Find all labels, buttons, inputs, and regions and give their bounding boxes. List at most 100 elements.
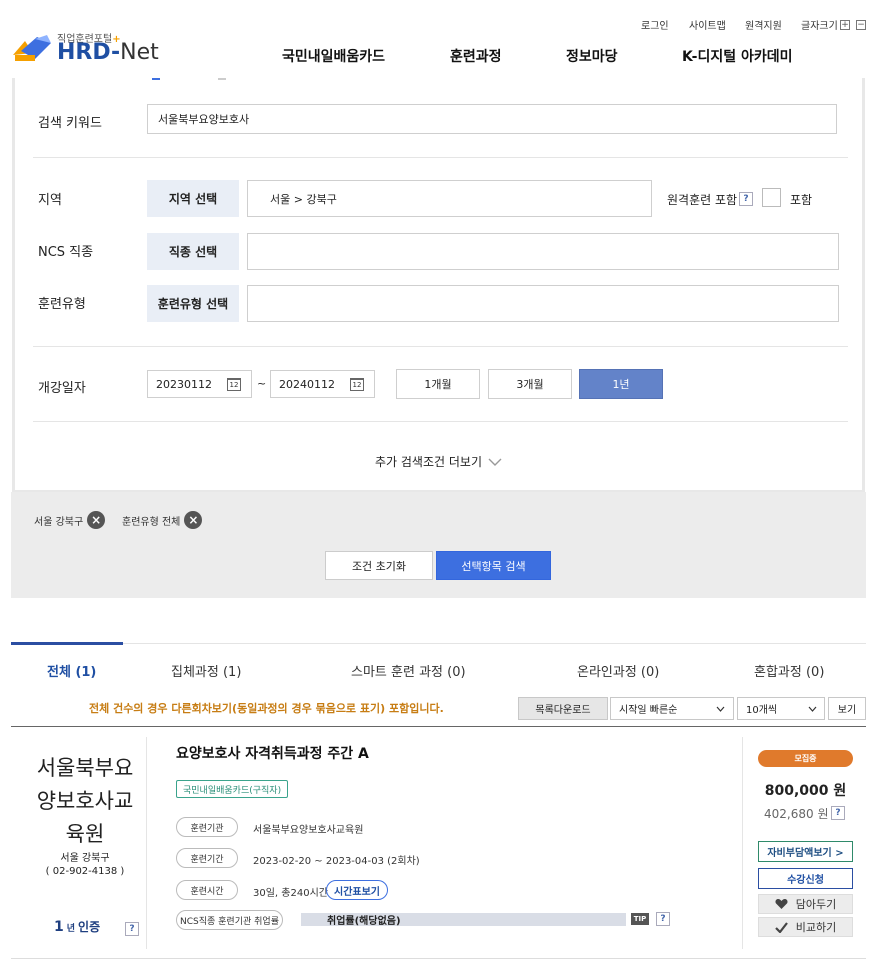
remote-include-checkbox[interactable]	[762, 188, 781, 207]
period-3month-button[interactable]: 3개월	[488, 369, 572, 399]
ncs-label: NCS 직종	[38, 245, 94, 260]
sitemap-link[interactable]: 사이트맵	[689, 17, 726, 32]
training-type-select-button[interactable]: 훈련유형 선택	[147, 285, 239, 322]
sort-select[interactable]: 시작일 빠른순	[610, 697, 734, 720]
selected-filter-area	[11, 492, 866, 598]
more-conditions-toggle[interactable]: 추가 검색조건 더보기	[375, 453, 502, 470]
apply-button[interactable]: 수강신청	[758, 868, 853, 889]
list-bottom-border	[11, 958, 866, 959]
date-from-input[interactable]: 20230112 12	[147, 370, 252, 398]
list-top-border	[11, 726, 866, 727]
keyword-input[interactable]: 서울북부요양보호사	[147, 104, 837, 134]
reset-conditions-button[interactable]: 조건 초기화	[325, 551, 433, 580]
course-price: 800,000 원	[764, 783, 847, 799]
compare-button[interactable]: 비교하기	[758, 917, 853, 937]
date-to-input[interactable]: 20240112 12	[270, 370, 375, 398]
hours-value: 30일, 총240시간	[253, 888, 328, 899]
date-from-value: 20230112	[156, 377, 212, 391]
scroll-remnant-2	[218, 78, 226, 80]
check-icon	[774, 921, 788, 933]
region-select-button[interactable]: 지역 선택	[147, 180, 239, 217]
count-notice: 전체 건수의 경우 다른회차보기(동일과정의 경우 묶음으로 표기) 포함입니다…	[89, 702, 444, 715]
calendar-icon[interactable]: 12	[227, 377, 241, 391]
ncs-employment-pill: NCS직종 훈련기관 취업률	[176, 910, 283, 930]
chevron-down-icon	[808, 706, 817, 712]
divider	[33, 157, 848, 158]
period-1month-button[interactable]: 1개월	[396, 369, 480, 399]
employment-rate-bar: 취업률(해당없음)	[301, 913, 626, 927]
heart-icon	[775, 899, 788, 909]
filter-tag-label: 훈련유형 전체	[122, 516, 181, 528]
chevron-down-icon	[488, 458, 502, 466]
institution-region: 서울 강북구	[60, 853, 110, 864]
include-label: 포함	[790, 193, 813, 207]
divider	[33, 346, 848, 347]
price-help-icon[interactable]: ?	[831, 806, 845, 820]
remote-help-icon[interactable]: ?	[739, 192, 753, 206]
institution-name-line: 육원	[65, 822, 105, 846]
ncs-select-button[interactable]: 직종 선택	[147, 233, 239, 270]
employment-help-icon[interactable]: ?	[656, 912, 670, 926]
course-title[interactable]: 요양보호사 자격취득과정 주간 A	[176, 743, 369, 763]
filter-tag-region: 서울 강북구 ×	[34, 511, 106, 529]
date-to-value: 20240112	[279, 377, 335, 391]
certification-help-icon[interactable]: ?	[125, 922, 139, 936]
period-pill: 훈련기간	[176, 848, 238, 868]
wishlist-button[interactable]: 담아두기	[758, 894, 853, 914]
institution-name[interactable]: 서울북부요 양보호사교 육원	[22, 752, 148, 851]
per-page-select[interactable]: 10개씩	[737, 697, 825, 720]
scroll-remnant	[152, 78, 160, 80]
training-type-value	[247, 285, 839, 322]
logo-text[interactable]: HRD-Net	[57, 40, 159, 65]
region-label: 지역	[38, 193, 62, 208]
login-link[interactable]: 로그인	[641, 17, 669, 32]
font-size-label: 글자크기	[801, 21, 838, 32]
sort-value: 시작일 빠른순	[619, 705, 678, 716]
tab-smart[interactable]: 스마트 훈련 과정 (0)	[351, 661, 466, 680]
list-download-button[interactable]: 목록다운로드	[518, 697, 608, 720]
remote-support-link[interactable]: 원격지원	[745, 17, 782, 32]
period-1year-button[interactable]: 1년	[579, 369, 663, 399]
calendar-icon[interactable]: 12	[350, 377, 364, 391]
per-page-value: 10개씩	[746, 705, 778, 716]
logo-icon[interactable]	[11, 33, 55, 67]
remote-training-label: 원격훈련 포함	[667, 193, 738, 207]
institution-location: 서울 강북구 ( 02-902-4138 )	[22, 852, 148, 878]
tab-online[interactable]: 온라인과정 (0)	[577, 661, 659, 680]
keyword-label: 검색 키워드	[38, 116, 102, 131]
institution-pill: 훈련기관	[176, 817, 238, 837]
self-pay-view-button[interactable]: 자비부담액보기 >	[758, 841, 853, 862]
certification-badge: 1년 인증	[54, 918, 100, 935]
remove-filter-icon[interactable]: ×	[184, 511, 203, 529]
column-divider	[742, 737, 743, 949]
gnb-info[interactable]: 정보마당	[566, 46, 618, 66]
status-badge: 모집중	[758, 750, 853, 767]
gnb-card[interactable]: 국민내일배움카드	[282, 46, 385, 66]
institution-name-line: 양보호사교	[36, 789, 134, 813]
card-type-badge: 국민내일배움카드(구직자)	[176, 780, 289, 798]
gnb-kdigital[interactable]: K-디지털 아카데미	[682, 46, 792, 66]
more-conditions-label: 추가 검색조건 더보기	[375, 455, 482, 469]
active-tab-indicator	[11, 642, 123, 645]
tip-badge[interactable]: TIP	[631, 913, 649, 925]
hours-pill: 훈련시간	[176, 880, 238, 900]
self-pay-price: 402,680 원	[764, 807, 829, 821]
tab-classroom[interactable]: 집체과정 (1)	[171, 661, 241, 680]
institution-value: 서울북부요양보호사교육원	[253, 825, 364, 836]
font-increase-button[interactable]: +	[840, 20, 850, 30]
tab-divider	[11, 643, 866, 644]
tab-blended[interactable]: 혼합과정 (0)	[754, 661, 824, 680]
view-button[interactable]: 보기	[828, 697, 866, 720]
tab-all[interactable]: 전체 (1)	[47, 661, 96, 680]
chevron-down-icon	[716, 706, 725, 712]
search-selected-button[interactable]: 선택항목 검색	[436, 551, 551, 580]
certification-unit: 년	[66, 924, 76, 934]
gnb-courses[interactable]: 훈련과정	[450, 46, 502, 66]
remove-filter-icon[interactable]: ×	[87, 511, 106, 529]
institution-phone: ( 02-902-4138 )	[45, 866, 125, 877]
font-decrease-button[interactable]: −	[856, 20, 866, 30]
period-value: 2023-02-20 ~ 2023-04-03 (2회차)	[253, 856, 420, 867]
timetable-button[interactable]: 시간표보기	[326, 880, 388, 900]
filter-tag-type: 훈련유형 전체 ×	[122, 511, 203, 529]
divider	[33, 421, 848, 422]
